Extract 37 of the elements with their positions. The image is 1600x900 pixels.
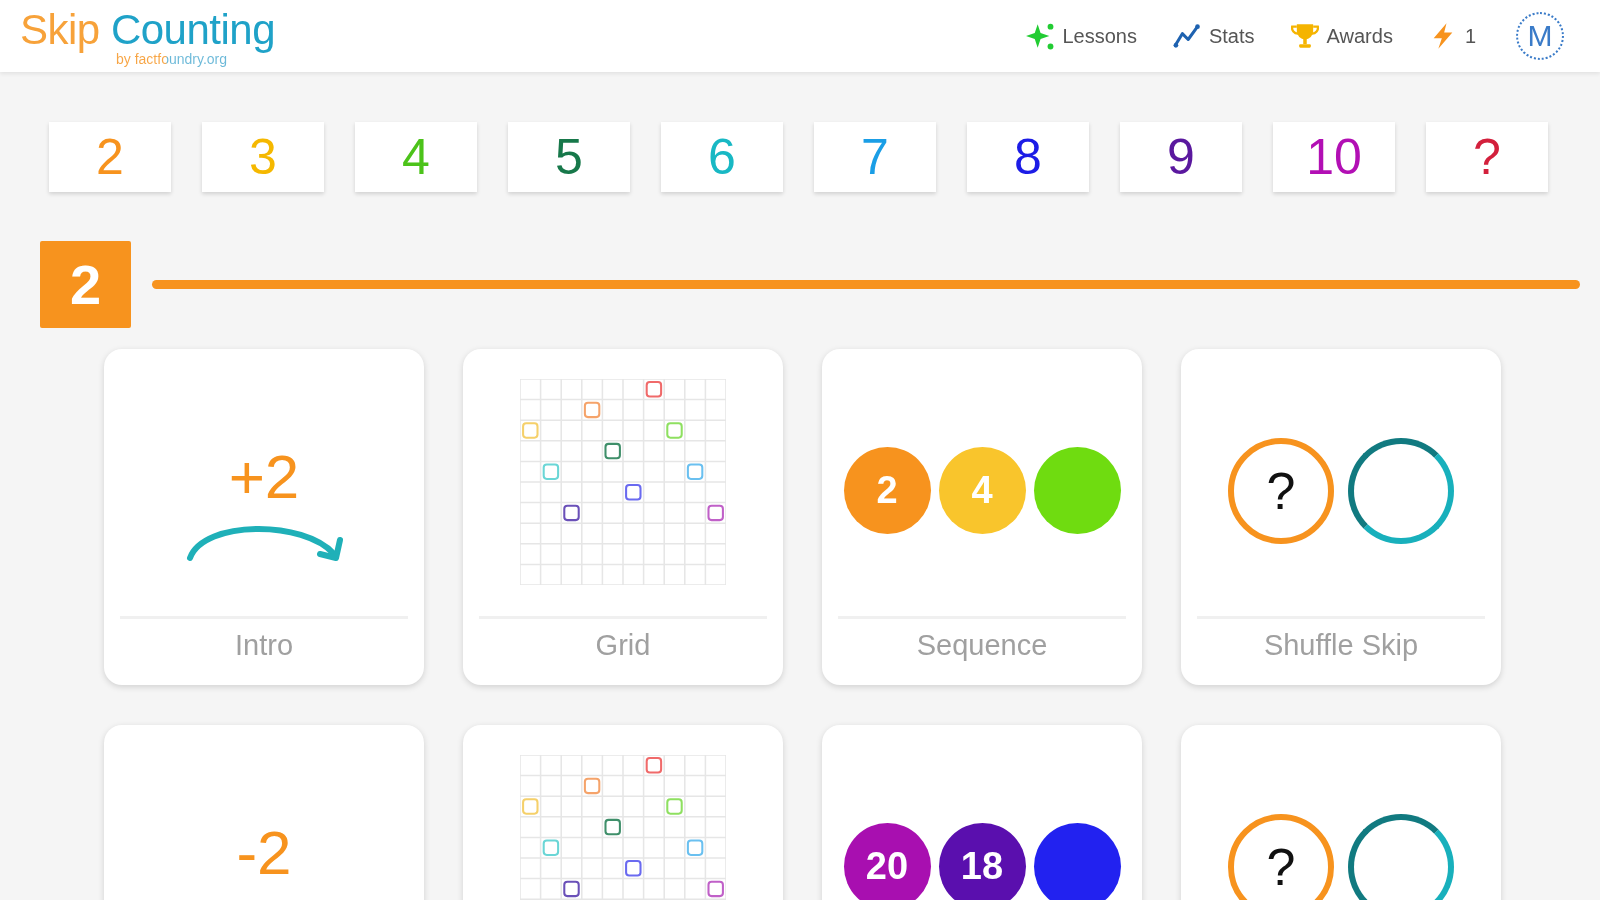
number-ball: 4	[938, 447, 1026, 534]
activity-card[interactable]: ?	[1181, 725, 1501, 900]
number-ball: 20	[843, 823, 931, 900]
card-label: Sequence	[915, 628, 1049, 662]
activity-card[interactable]: 20 18	[822, 725, 1142, 900]
step-number: +2	[228, 444, 300, 510]
logo-text[interactable]: Counting	[110, 6, 275, 53]
card-label: Grid	[594, 628, 652, 662]
number-ball: 2	[843, 447, 931, 534]
question-ring: ?	[1228, 813, 1334, 900]
card-label: Shuffle Skip	[1262, 628, 1420, 662]
number-tile[interactable]: 7	[814, 122, 936, 192]
nav-link[interactable]: Awards	[1290, 22, 1393, 50]
activity-card[interactable]: 2 4 Sequence	[822, 349, 1142, 685]
number-tile[interactable]: 9	[1120, 122, 1242, 192]
number-ball: 18	[938, 823, 1026, 900]
logo-byline: by factfoundry.org	[116, 51, 228, 67]
level-badge: 2	[40, 241, 131, 328]
question-ring: ?	[1228, 437, 1334, 544]
number-tile[interactable]: 5	[508, 122, 630, 192]
activity-card[interactable]: ? Shuffle Skip	[1181, 349, 1501, 685]
nav-link[interactable]: Lessons	[1026, 22, 1137, 50]
streak-counter[interactable]: 1	[1428, 22, 1476, 50]
avatar[interactable]: M	[1516, 12, 1564, 60]
number-tile[interactable]: ?	[1426, 122, 1548, 192]
nav-link[interactable]: Stats	[1172, 22, 1255, 50]
number-tile[interactable]: 10	[1273, 122, 1395, 192]
activity-card[interactable]: Grid	[463, 349, 783, 685]
ring-icon	[1348, 437, 1454, 544]
step-number: -2	[236, 820, 292, 886]
sparkle-icon	[1026, 22, 1055, 50]
line-chart-icon	[1172, 22, 1201, 50]
ring-icon	[1348, 813, 1454, 900]
number-tile[interactable]: 8	[967, 122, 1089, 192]
card-label: Intro	[234, 628, 294, 662]
activity-card[interactable]: +2 Intro	[104, 349, 424, 685]
trophy-icon	[1290, 22, 1319, 50]
